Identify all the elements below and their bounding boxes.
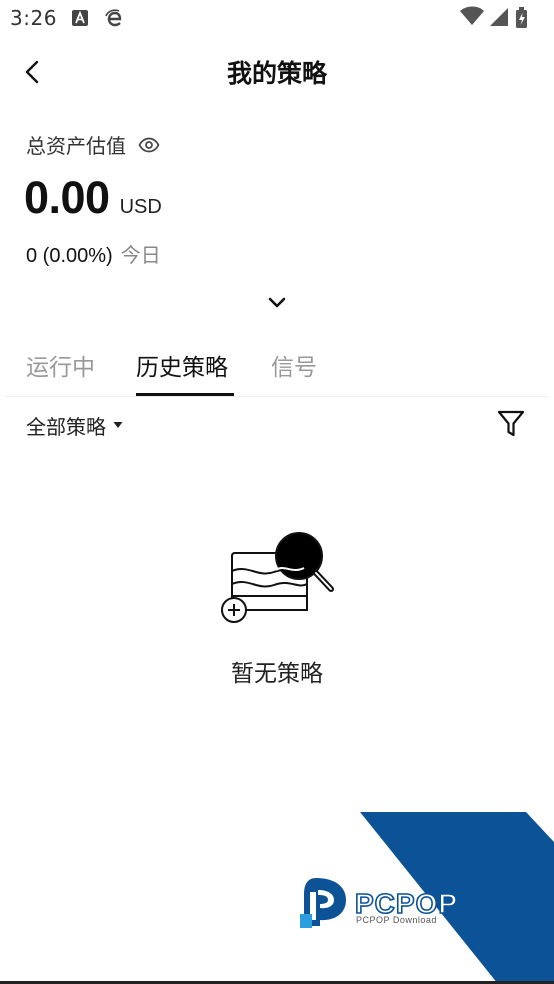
pnl-row: 0 (0.00%) 今日 <box>26 239 161 268</box>
tabs-divider <box>6 396 548 397</box>
asset-currency: USD <box>119 196 162 218</box>
signal-icon <box>490 8 508 26</box>
watermark-subtitle: PCPOP Download <box>356 915 437 925</box>
pnl-value: 0 (0.00%) <box>26 245 113 267</box>
empty-state-message: 暂无策略 <box>231 661 323 687</box>
page-title: 我的策略 <box>226 59 327 88</box>
filter-selected-label: 全部策略 <box>26 414 106 439</box>
pnl-period: 今日 <box>120 243 161 267</box>
status-time: 3:26 <box>10 6 57 30</box>
tab-running[interactable]: 运行中 <box>26 348 95 382</box>
tab-history-strategies[interactable]: 历史策略 <box>136 348 228 382</box>
total-assets-label: 总资产估值 <box>26 134 126 158</box>
battery-charging-icon <box>516 7 527 28</box>
tab-signals[interactable]: 信号 <box>271 348 317 382</box>
a-notification-icon <box>72 10 88 26</box>
status-bar: 3:26 <box>0 0 554 38</box>
wifi-icon <box>460 6 484 25</box>
header-bar: 我的策略 <box>0 44 554 100</box>
strategy-filter-dropdown[interactable]: 全部策略 <box>26 410 124 440</box>
empty-search-illustration <box>218 526 338 626</box>
expand-button[interactable] <box>262 290 292 316</box>
caret-down-icon <box>112 420 124 430</box>
strategy-screen: 3:26 我的策略 总资产估值 0.00 USD 0 (0.00%) 今日 运行… <box>0 0 554 984</box>
filter-button[interactable] <box>494 406 528 442</box>
funnel-icon <box>497 410 525 437</box>
asset-value-row: 0.00 USD <box>24 172 162 224</box>
edge-browser-icon <box>104 8 124 28</box>
strategy-tabs: 运行中 历史策略 信号 <box>0 340 554 396</box>
total-assets-value: 0.00 <box>24 172 110 223</box>
status-right-icons <box>460 6 540 30</box>
chevron-down-icon <box>268 297 286 308</box>
pcpop-logo-icon <box>298 874 350 932</box>
eye-icon[interactable] <box>138 134 160 156</box>
asset-label-row: 总资产估值 <box>26 130 160 159</box>
